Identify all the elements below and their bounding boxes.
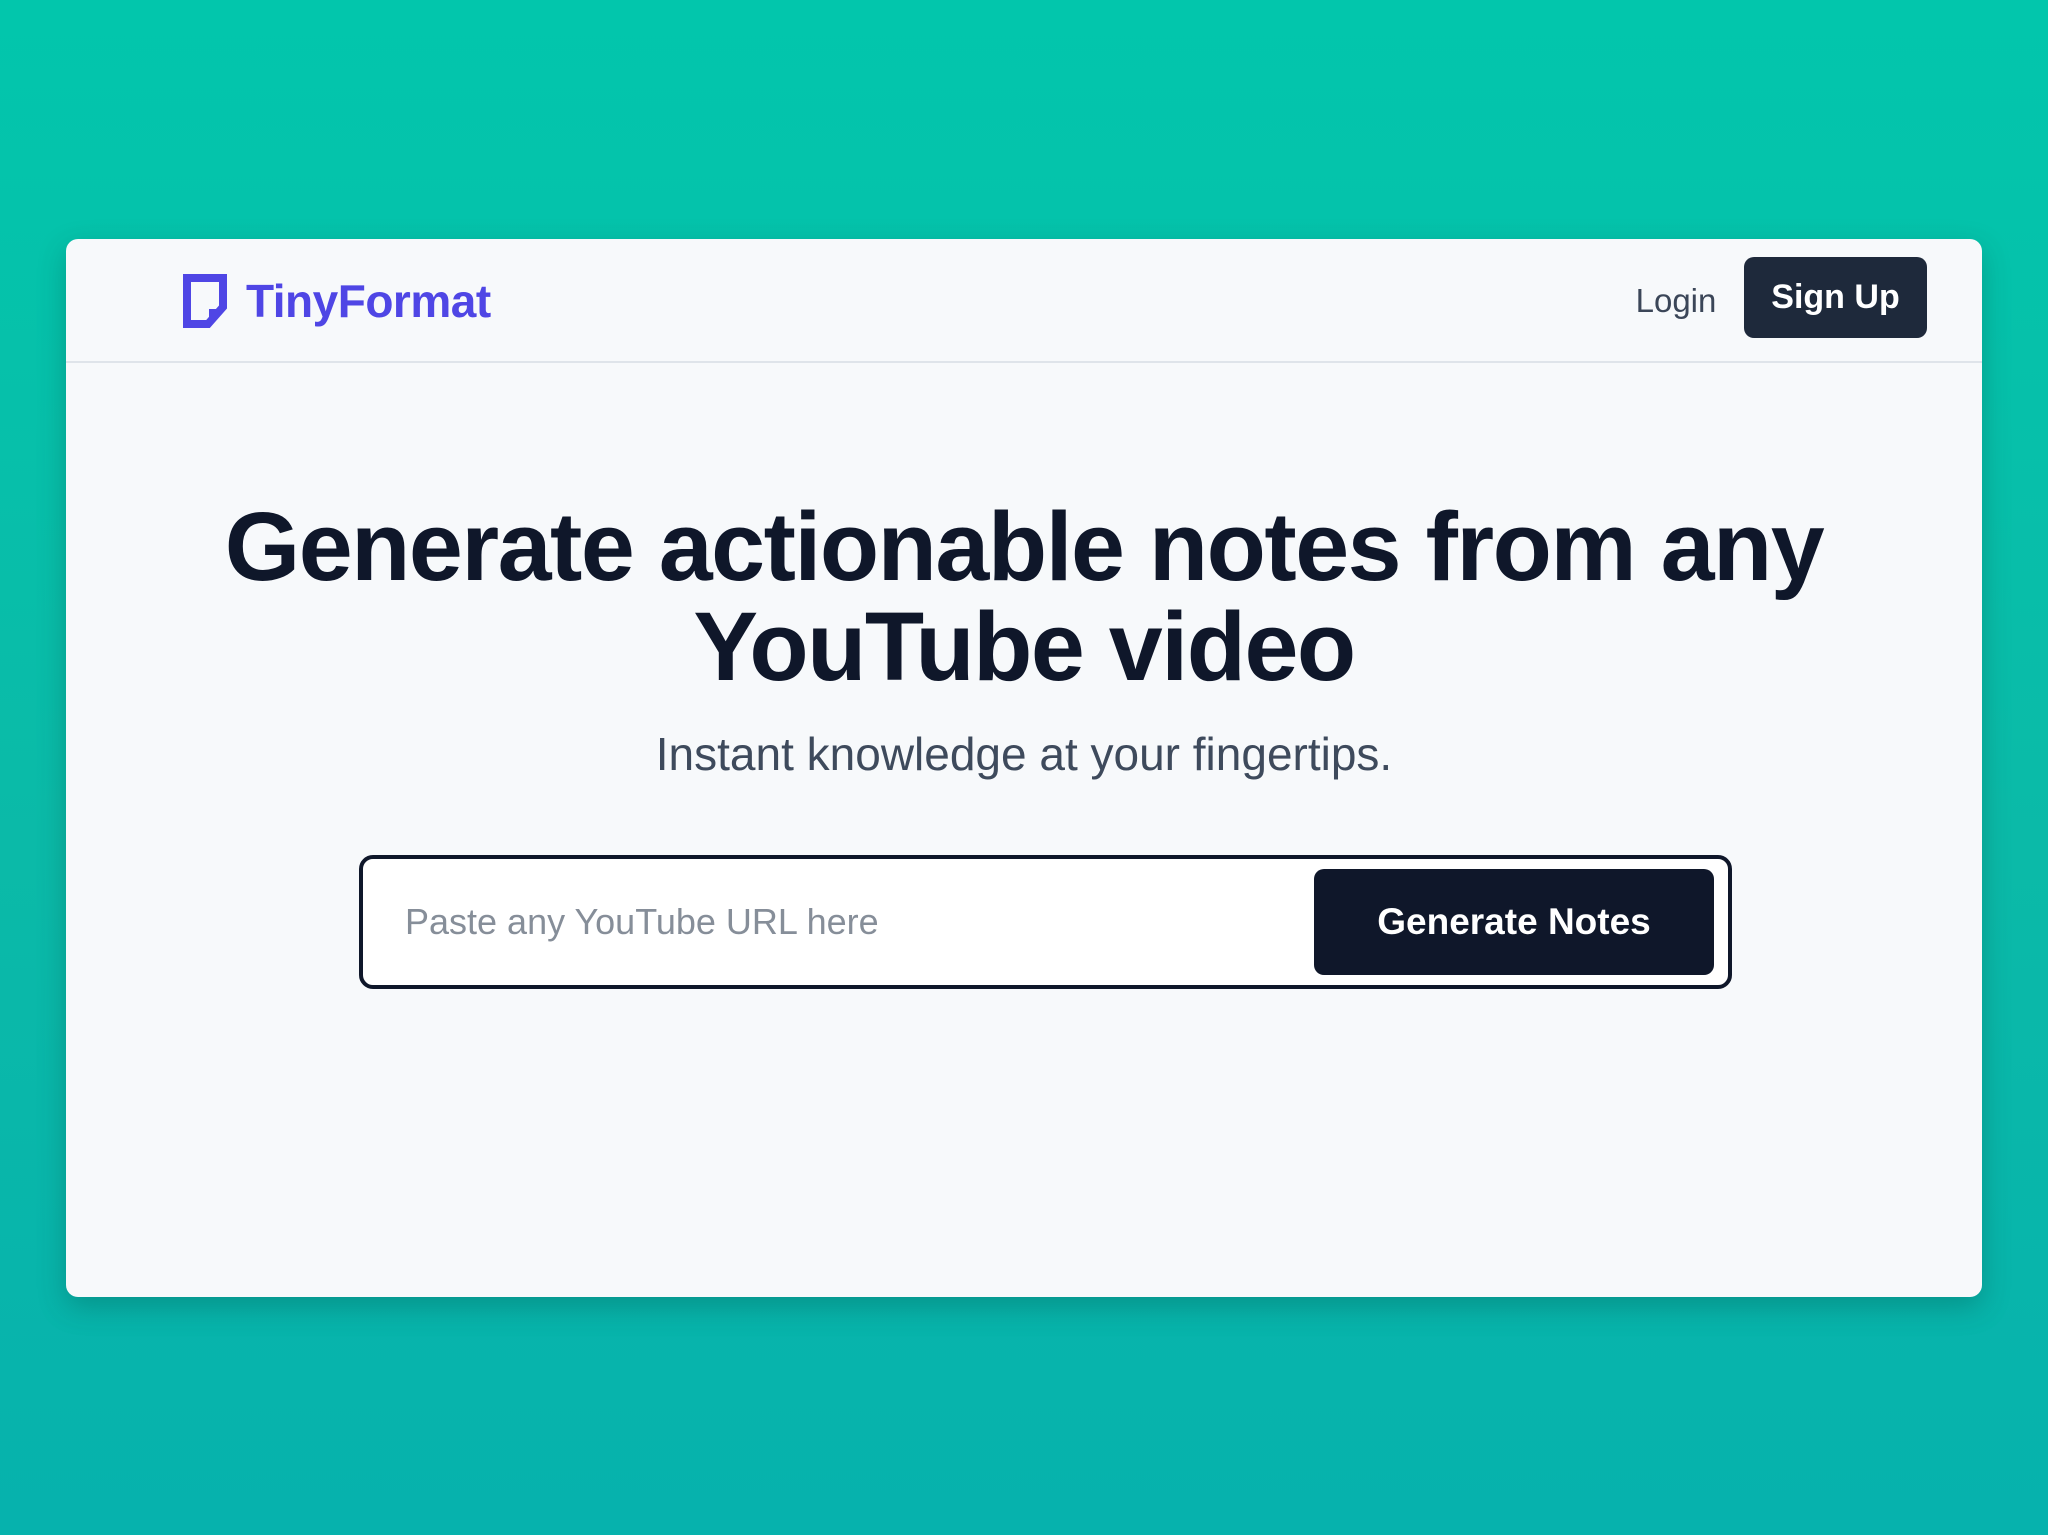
brand-name: TinyFormat [246,275,491,327]
browser-window: TinyFormat Login Sign Up Generate action… [66,239,1982,1297]
note-icon [183,274,227,328]
hero-title: Generate actionable notes from any YouTu… [66,497,1982,697]
hero-title-line-2: YouTube video [693,592,1356,701]
note-icon-outline [183,274,227,328]
login-link[interactable]: Login [1616,279,1736,323]
generate-notes-button[interactable]: Generate Notes [1314,869,1714,975]
navbar: TinyFormat Login Sign Up [66,239,1982,363]
sign-up-button[interactable]: Sign Up [1744,257,1927,338]
hero-subtitle: Instant knowledge at your fingertips. [655,728,1393,780]
brand-logo-link[interactable]: TinyFormat [182,271,491,331]
hero-title-line-1: Generate actionable notes from any [224,492,1825,601]
youtube-url-form: Generate Notes [359,855,1732,989]
youtube-url-input[interactable] [379,881,1299,963]
